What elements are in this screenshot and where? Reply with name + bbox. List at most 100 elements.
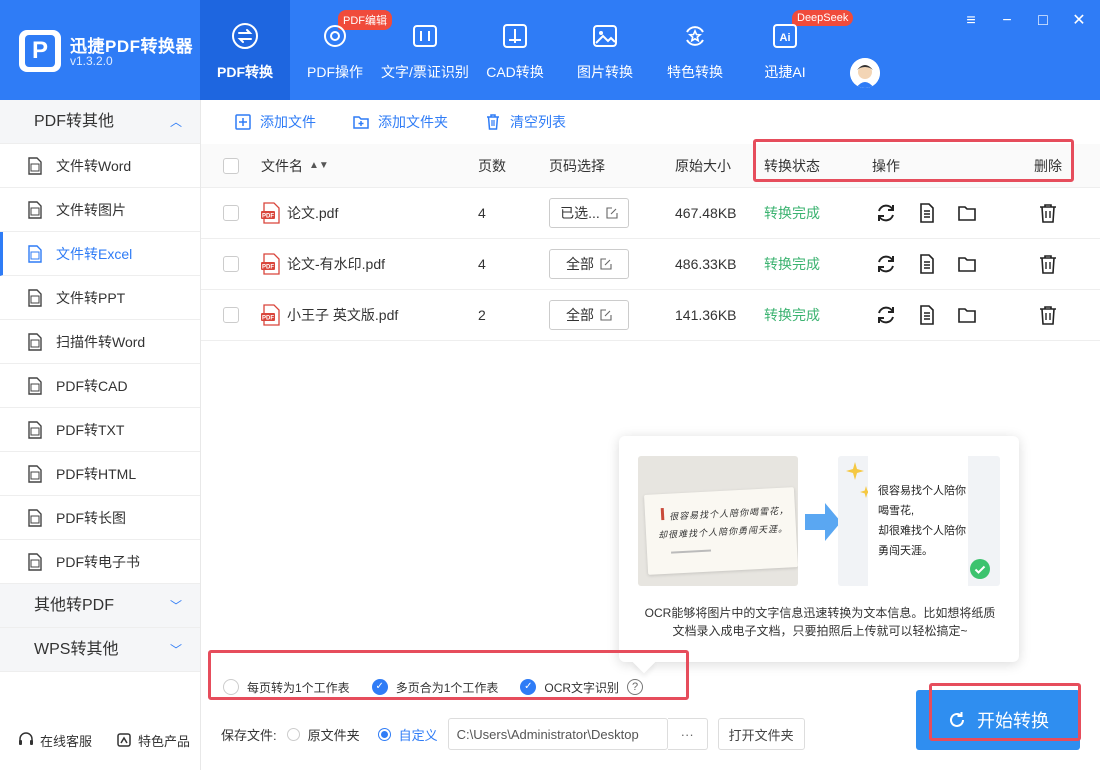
reconvert-icon[interactable] [875,304,897,326]
featured-products-label: 特色产品 [138,733,191,749]
edit-icon [600,309,612,321]
nav-pdf-operate[interactable]: PDF编辑 PDF操作 [290,0,392,100]
highlight-start-button [929,683,1081,741]
reconvert-icon[interactable] [875,202,897,224]
delete-icon[interactable] [1037,253,1059,275]
maximize-icon[interactable]: □ [1036,13,1050,29]
row-checkbox[interactable] [223,256,239,272]
select-all-checkbox[interactable] [223,157,239,174]
open-folder-button[interactable]: 打开文件夹 [717,718,805,750]
ocr-result-line: 却很难找个人陪你 [878,525,966,537]
open-file-icon[interactable] [916,253,938,275]
sparkle-icon [846,462,864,480]
nav-label: 文字/票证识别 [381,64,469,80]
file-size: 141.36KB [675,307,737,323]
folder-icon[interactable] [956,202,978,224]
save-path-input[interactable]: C:\Users\Administrator\Desktop [447,718,668,750]
avatar[interactable] [850,58,880,88]
nav-ai[interactable]: DeepSeek Ai 迅捷AI [740,0,854,100]
nav-label: 图片转换 [577,64,633,80]
sidebar-item[interactable]: PDF转HTML [0,452,200,496]
sidebar-item[interactable]: 扫描件转Word [0,320,200,364]
sidebar-item-label: 文件转Excel [56,246,133,262]
ocr-result-line: 很容易找个人陪你 [878,485,966,497]
sidebar-group-pdf-to-other[interactable]: PDF转其他 ︿ [0,100,200,144]
gear-icon [324,25,346,47]
sidebar-item[interactable]: PDF转长图 [0,496,200,540]
table-row[interactable]: PDF 论文.pdf 4 已选... 467.48KB 转换完成 [201,188,1100,239]
sidebar-item[interactable]: PDF转TXT [0,408,200,452]
browse-button[interactable]: ··· [667,718,708,750]
save-custom-option[interactable]: 自定义 [377,725,438,744]
open-file-icon[interactable] [916,304,938,326]
header-filename[interactable]: 文件名 ▲▼ [261,144,329,187]
sidebar-item[interactable]: 文件转图片 [0,188,200,232]
open-file-icon[interactable] [916,202,938,224]
sidebar-footer: 在线客服 特色产品 [0,710,200,770]
chevron-down-icon: ﹀ [169,643,182,657]
nav-label: CAD转换 [486,64,544,80]
svg-text:PDF: PDF [262,316,274,322]
table-row[interactable]: PDF 论文-有水印.pdf 4 全部 486.33KB 转换完成 [201,239,1100,290]
status-badge: 转换完成 [764,307,820,323]
file-size: 467.48KB [675,205,737,221]
minimize-icon[interactable]: − [1000,13,1014,29]
add-file-button[interactable]: 添加文件 [234,112,316,132]
add-folder-icon [353,116,369,129]
handwriting-line: 却很难找个人陪你勇闯天涯。 [657,524,789,542]
nav-special-convert[interactable]: 特色转换 [650,0,740,100]
handwriting-sample-image: 很容易找个人陪你喝雪花， 却很难找个人陪你勇闯天涯。 [638,456,798,586]
ocr-description: OCR能够将图片中的文字信息迅速转换为文本信息。比如想将纸质文档录入成电子文档，… [644,606,996,638]
sidebar-group-wps-to-other[interactable]: WPS转其他 ﹀ [0,628,200,672]
check-circle-icon [970,559,990,579]
delete-icon[interactable] [1037,202,1059,224]
featured-products-button[interactable]: 特色产品 [116,731,190,750]
nav-text-ocr[interactable]: 文字/票证识别 [380,0,470,100]
header-filename-label: 文件名 [261,157,303,174]
sidebar-item[interactable]: 文件转Word [0,144,200,188]
ocr-result-line: 喝雪花, [878,505,915,517]
image-icon [593,25,617,47]
folder-icon[interactable] [956,304,978,326]
nav-pdf-convert[interactable]: PDF转换 [200,0,290,100]
app-version: v1.3.2.0 [70,54,113,68]
clear-list-button[interactable]: 清空列表 [484,112,566,132]
save-original-folder-option[interactable]: 原文件夹 [286,725,360,744]
excel-doc-icon [28,245,42,263]
sidebar-item-label: PDF转长图 [56,510,126,526]
page-select-button[interactable]: 已选... [549,198,629,228]
ebook-icon [28,553,42,571]
nav-label: PDF转换 [217,64,273,80]
sidebar-item-label: 文件转PPT [56,290,126,306]
page-select-button[interactable]: 全部 [549,300,629,330]
nav-cad-convert[interactable]: CAD转换 [470,0,560,100]
nav-label: 迅捷AI [764,64,806,80]
sidebar: PDF转其他 ︿ 文件转Word 文件转图片文件转Excel 文件转PPT 扫描件转W… [0,100,201,770]
save-location-row: 保存文件: 原文件夹 自定义 C:\Users\Administrator\De… [201,718,916,750]
handwriting-line: 很容易找个人陪你喝雪花， [668,506,790,523]
menu-icon[interactable]: ≡ [964,13,978,29]
reconvert-icon[interactable] [875,253,897,275]
add-folder-button[interactable]: 添加文件夹 [352,112,448,132]
ocr-result-paper: 很容易找个人陪你 喝雪花, 却很难找个人陪你 勇闯天涯。 [868,456,968,586]
folder-icon[interactable] [956,253,978,275]
sidebar-item[interactable]: 文件转PPT [0,276,200,320]
app-header: P 迅捷PDF转换器 v1.3.2.0 PDF转换 PDF编辑 PDF操作 文字… [0,0,1100,100]
sidebar-group-other-to-pdf[interactable]: 其他转PDF ﹀ [0,584,200,628]
row-checkbox[interactable] [223,307,239,323]
nav-image-convert[interactable]: 图片转换 [560,0,650,100]
sidebar-item[interactable]: PDF转电子书 [0,540,200,584]
delete-icon[interactable] [1037,304,1059,326]
sidebar-item-label: PDF转CAD [56,378,128,394]
sidebar-item[interactable]: 文件转Excel [0,232,200,276]
image-icon [28,201,42,219]
row-checkbox[interactable] [223,205,239,221]
online-service-button[interactable]: 在线客服 [18,731,92,750]
page-select-button[interactable]: 全部 [549,249,629,279]
close-icon[interactable]: ✕ [1072,13,1086,29]
page-select-label: 全部 [566,256,594,272]
sidebar-item[interactable]: PDF转CAD [0,364,200,408]
scan-word-icon [28,333,42,351]
pdf-file-icon: PDF [261,253,280,275]
table-row[interactable]: PDF 小王子 英文版.pdf 2 全部 141.36KB 转换完成 [201,290,1100,341]
